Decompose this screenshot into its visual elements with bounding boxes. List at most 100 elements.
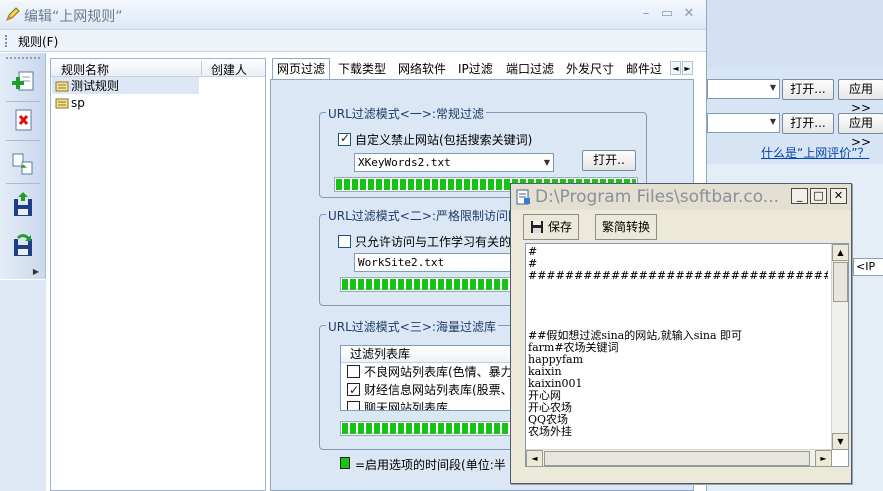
copy-icon	[12, 153, 33, 175]
editor-minimize-button[interactable]: _	[791, 188, 808, 204]
library-checkbox[interactable]	[347, 381, 360, 399]
vertical-scroll-thumb[interactable]	[833, 262, 848, 302]
library-checkbox[interactable]	[347, 401, 360, 410]
rule-name: sp	[71, 95, 85, 110]
ip-field[interactable]: <IP	[853, 258, 883, 276]
mode1-open-button[interactable]: 打开..	[582, 150, 636, 171]
background-apply-button-2[interactable]: 应用>>	[838, 113, 883, 149]
menu-bar: 规则(F)	[0, 30, 706, 52]
save-refresh-icon	[14, 234, 32, 256]
horizontal-scrollbar[interactable]: ◄ ►	[526, 449, 832, 467]
editor-line: #	[528, 246, 538, 258]
background-open-button-2[interactable]: 打开...	[782, 113, 834, 134]
toolbar-separator	[6, 140, 40, 141]
tab-download-type[interactable]: 下载类型	[338, 60, 386, 80]
editor-line: happyfam	[528, 353, 583, 366]
delete-icon	[15, 109, 32, 131]
add-rule-button[interactable]	[8, 67, 38, 97]
library-label: 不良网站列表库(色情、暴力)	[364, 365, 518, 379]
rule-list-header: 规则名称 创建人	[51, 59, 265, 77]
mode2-checkbox[interactable]	[338, 235, 351, 248]
mode1-option[interactable]: 自定义禁止网站(包括搜索关键词)	[338, 131, 532, 148]
save-download-button[interactable]	[8, 229, 38, 259]
list-item[interactable]: 测试规则	[52, 77, 199, 94]
scroll-down-icon[interactable]: ▼	[832, 433, 849, 450]
mode1-file-select[interactable]: XKeyWords2.txt ▼	[354, 153, 554, 172]
list-item[interactable]: sp	[52, 94, 85, 111]
left-toolbar: ▶	[0, 53, 46, 279]
minimize-button[interactable]: –	[637, 6, 655, 22]
menu-rules[interactable]: 规则(F)	[18, 33, 58, 50]
scroll-up-icon[interactable]: ▲	[832, 244, 849, 261]
background-combo-2[interactable]: ▼	[707, 113, 780, 133]
keyword-file-editor: D:\Program Files\softbar.co... _ □ ✕ 保存 …	[510, 183, 852, 484]
tab-scroll-right-icon[interactable]: ►	[682, 61, 693, 75]
library-label: 财经信息网站列表库(股票、	[364, 383, 513, 397]
enabled-time-legend-square	[340, 457, 350, 469]
column-divider[interactable]	[201, 61, 202, 75]
column-rule-name[interactable]: 规则名称	[61, 61, 109, 78]
tab-mail-filter[interactable]: 邮件过	[626, 60, 668, 80]
close-button[interactable]: ✕	[680, 6, 698, 22]
mode2-file-value: WorkSite2.txt	[358, 256, 445, 269]
tab-scroll-left-icon[interactable]: ◄	[670, 61, 681, 75]
editor-close-button[interactable]: ✕	[830, 188, 847, 204]
toolbar-lower-area	[0, 280, 46, 491]
enabled-time-legend-text: =启用选项的时间段(单位:半	[355, 458, 506, 472]
column-creator[interactable]: 创建人	[211, 61, 247, 78]
mode1-title: URL过滤模式<一>:常规过滤	[326, 105, 486, 122]
mode2-title: URL过滤模式<二>:严格限制访问网站	[326, 207, 534, 224]
background-row-1: ▼ 打开... 应用>>	[707, 79, 883, 115]
editor-text-area[interactable]: ########################################…	[525, 243, 849, 467]
mode1-checkbox[interactable]	[338, 131, 351, 146]
editor-convert-button[interactable]: 繁简转换	[595, 214, 658, 240]
chevron-down-icon: ▼	[543, 158, 550, 167]
editor-line: 农场外挂	[528, 425, 572, 438]
editor-title: D:\Program Files\softbar.co...	[535, 187, 780, 207]
tab-network-software[interactable]: 网络软件	[398, 60, 446, 80]
tab-strip: 网页过滤 下载类型 网络软件 IP过滤 端口过滤 外发尺寸 邮件过 ◄ ►	[270, 58, 697, 80]
tab-web-filter[interactable]: 网页过滤	[272, 58, 331, 80]
mode2-checkbox-label: 只允许访问与工作学习有关的	[355, 235, 512, 249]
copy-rule-button[interactable]	[8, 149, 38, 179]
editor-line: 开心网	[528, 389, 561, 402]
editor-save-button[interactable]: 保存	[523, 214, 580, 240]
toolbar-separator	[6, 183, 40, 184]
rating-help-link[interactable]: 什么是“上网评价”？	[761, 144, 869, 161]
window-title: 编辑“上网规则”	[24, 9, 123, 25]
background-open-button-1[interactable]: 打开...	[782, 79, 834, 100]
editor-line: ########################################…	[528, 269, 828, 282]
background-header	[707, 0, 883, 68]
rule-list: 规则名称 创建人 测试规则 sp	[50, 58, 266, 491]
editor-title-bar: D:\Program Files\softbar.co... _ □ ✕	[511, 184, 851, 210]
toolbar-overflow-icon[interactable]: ▶	[33, 267, 39, 276]
mode3-title: URL过滤模式<三>:海量过滤库	[326, 318, 498, 335]
mode2-option[interactable]: 只允许访问与工作学习有关的	[338, 233, 511, 250]
tab-outgoing-size[interactable]: 外发尺寸	[566, 60, 614, 80]
editor-maximize-button[interactable]: □	[810, 188, 827, 204]
scroll-right-icon[interactable]: ►	[815, 450, 832, 467]
library-checkbox[interactable]	[347, 365, 360, 378]
background-apply-button-1[interactable]: 应用>>	[838, 79, 883, 115]
editor-line: kaixin001	[528, 377, 583, 390]
editor-content[interactable]: ########################################…	[528, 246, 828, 450]
chevron-down-icon: ▼	[769, 117, 776, 126]
editor-app-icon	[516, 189, 530, 205]
editor-save-label: 保存	[548, 220, 573, 234]
delete-rule-button[interactable]	[8, 105, 38, 135]
vertical-scrollbar[interactable]: ▲ ▼	[831, 244, 849, 450]
background-combo-1[interactable]: ▼	[707, 79, 780, 99]
library-label: 聊天网站列表库、	[364, 401, 461, 411]
menu-grip	[5, 35, 8, 47]
background-row-2: ▼ 打开... 应用>>	[707, 113, 883, 149]
title-bar: 编辑“上网规则” – ▭ ✕	[0, 0, 706, 30]
tab-port-filter[interactable]: 端口过滤	[506, 60, 554, 80]
add-document-icon	[12, 71, 34, 91]
maximize-button[interactable]: ▭	[658, 6, 676, 22]
tab-ip-filter[interactable]: IP过滤	[458, 60, 493, 80]
scroll-left-icon[interactable]: ◄	[526, 450, 543, 467]
save-upload-button[interactable]	[8, 189, 38, 219]
horizontal-scroll-thumb[interactable]	[544, 451, 810, 466]
